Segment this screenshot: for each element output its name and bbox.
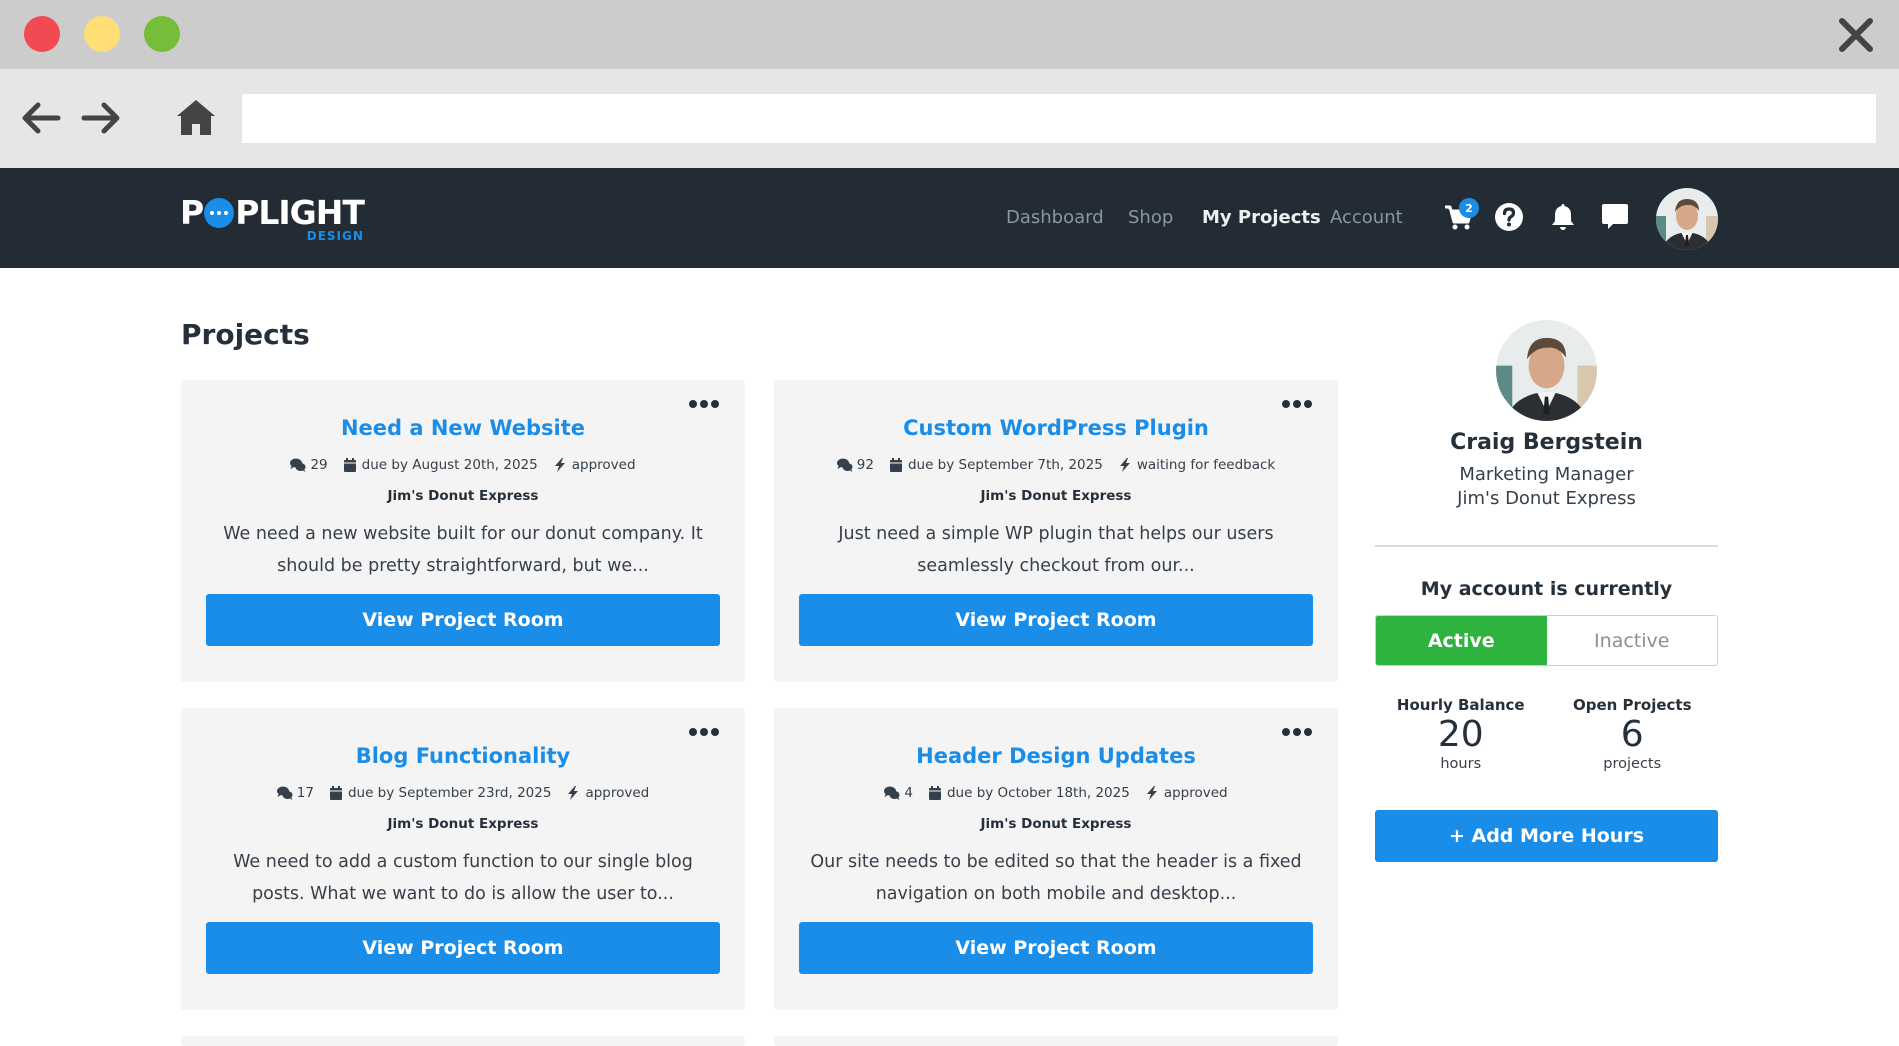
- project-meta: 29 due by August 20th, 2025 approved: [181, 457, 745, 473]
- logo-text-right: PLIGHT: [235, 193, 365, 232]
- app-header: P PLIGHT DESIGN Dashboard Shop My Projec…: [0, 168, 1899, 268]
- logo-subtitle: DESIGN: [306, 229, 364, 243]
- project-title[interactable]: Header Design Updates: [774, 744, 1338, 768]
- active-toggle-button[interactable]: Active: [1376, 616, 1547, 665]
- client-name: Jim's Donut Express: [980, 816, 1132, 832]
- due-date: due by October 18th, 2025: [946, 785, 1130, 801]
- project-card-partial: [774, 1036, 1338, 1046]
- cart-count-badge: 2: [1459, 198, 1479, 218]
- more-options-icon[interactable]: [1282, 728, 1312, 736]
- window-close-dot[interactable]: [24, 16, 60, 52]
- project-title[interactable]: Need a New Website: [181, 416, 745, 440]
- project-description: We need a new website built for our donu…: [223, 524, 703, 576]
- comment-count: 29: [310, 457, 328, 473]
- project-description: We need to add a custom function to our …: [233, 852, 693, 904]
- project-card: Header Design Updates 4 due by October 1…: [774, 708, 1338, 1010]
- logo-chat-bubble-icon: [204, 197, 235, 228]
- window-maximize-dot[interactable]: [144, 16, 180, 52]
- comments-icon: [290, 458, 306, 472]
- profile-avatar: [1496, 320, 1597, 421]
- comment-count: 4: [904, 785, 913, 801]
- client-name: Jim's Donut Express: [387, 488, 539, 504]
- bolt-icon: [568, 786, 579, 800]
- project-status: approved: [571, 457, 636, 473]
- more-options-icon[interactable]: [1282, 400, 1312, 408]
- browser-toolbar: [0, 69, 1899, 168]
- project-title[interactable]: Custom WordPress Plugin: [774, 416, 1338, 440]
- comment-count: 92: [856, 457, 874, 473]
- project-title[interactable]: Blog Functionality: [181, 744, 745, 768]
- profile-company: Jim's Donut Express: [1457, 488, 1636, 509]
- bolt-icon: [1119, 458, 1130, 472]
- view-project-room-button[interactable]: View Project Room: [206, 922, 720, 974]
- bolt-icon: [554, 458, 565, 472]
- user-avatar[interactable]: [1656, 188, 1718, 250]
- comments-icon: [276, 786, 293, 800]
- stat-label: Open Projects: [1572, 696, 1692, 714]
- profile-role: Marketing Manager: [1459, 464, 1634, 485]
- bolt-icon: [1146, 786, 1157, 800]
- project-meta: 17 due by September 23rd, 2025 approved: [181, 785, 745, 801]
- nav-my-projects[interactable]: My Projects: [1202, 207, 1321, 228]
- stat-value: 20: [1437, 714, 1484, 755]
- view-project-room-button[interactable]: View Project Room: [799, 594, 1313, 646]
- stat-value: 6: [1620, 714, 1644, 755]
- window-minimize-dot[interactable]: [84, 16, 120, 52]
- add-more-hours-button[interactable]: + Add More Hours: [1375, 810, 1718, 862]
- project-card: Custom WordPress Plugin 92 due by Septem…: [774, 380, 1338, 682]
- comments-icon: [884, 786, 900, 800]
- stat-label: Hourly Balance: [1396, 696, 1525, 714]
- calendar-icon: [928, 786, 941, 800]
- comments-icon: [836, 458, 853, 472]
- project-status: waiting for feedback: [1136, 457, 1276, 473]
- client-name: Jim's Donut Express: [387, 816, 539, 832]
- stat-unit: hours: [1440, 756, 1482, 772]
- chat-icon[interactable]: [1600, 202, 1630, 232]
- account-status-toggle: Active Inactive: [1375, 615, 1718, 666]
- project-meta: 4 due by October 18th, 2025 approved: [774, 785, 1338, 801]
- project-status: approved: [1163, 785, 1228, 801]
- close-icon[interactable]: [1837, 16, 1875, 54]
- view-project-room-button[interactable]: View Project Room: [206, 594, 720, 646]
- account-status-label: My account is currently: [1420, 578, 1673, 600]
- page-title: Projects: [181, 318, 310, 351]
- forward-arrow-icon[interactable]: [80, 97, 122, 139]
- divider: [1375, 545, 1718, 547]
- due-date: due by September 23rd, 2025: [347, 785, 552, 801]
- project-meta: 92 due by September 7th, 2025 waiting fo…: [774, 457, 1338, 473]
- nav-account[interactable]: Account: [1330, 207, 1403, 228]
- due-date: due by August 20th, 2025: [361, 457, 538, 473]
- project-card-partial: [181, 1036, 745, 1046]
- help-icon[interactable]: [1494, 202, 1524, 232]
- comment-count: 17: [296, 785, 314, 801]
- calendar-icon: [889, 458, 902, 472]
- more-options-icon[interactable]: [689, 728, 719, 736]
- view-project-room-button[interactable]: View Project Room: [799, 922, 1313, 974]
- due-date: due by September 7th, 2025: [907, 457, 1103, 473]
- project-card: Need a New Website 29 due by August 20th…: [181, 380, 745, 682]
- window-titlebar: [0, 0, 1899, 69]
- calendar-icon: [343, 458, 356, 472]
- calendar-icon: [329, 786, 342, 800]
- hourly-balance-stat: Hourly Balance 20 hours: [1375, 696, 1547, 772]
- address-bar[interactable]: [242, 94, 1876, 143]
- poplight-logo[interactable]: P PLIGHT DESIGN: [180, 193, 365, 243]
- project-status: approved: [585, 785, 650, 801]
- inactive-toggle-button[interactable]: Inactive: [1546, 616, 1717, 665]
- nav-shop[interactable]: Shop: [1128, 207, 1173, 228]
- bell-icon[interactable]: [1548, 202, 1578, 232]
- back-arrow-icon[interactable]: [20, 97, 62, 139]
- logo-text-left: P: [180, 193, 204, 232]
- account-stats: Hourly Balance 20 hours Open Projects 6 …: [1375, 696, 1718, 772]
- project-description: Just need a simple WP plugin that helps …: [838, 524, 1274, 576]
- more-options-icon[interactable]: [689, 400, 719, 408]
- stat-unit: projects: [1603, 756, 1662, 772]
- project-card: Blog Functionality 17 due by September 2…: [181, 708, 745, 1010]
- nav-dashboard[interactable]: Dashboard: [1006, 207, 1104, 228]
- open-projects-stat: Open Projects 6 projects: [1547, 696, 1719, 772]
- profile-name: Craig Bergstein: [1450, 430, 1643, 455]
- home-icon[interactable]: [175, 97, 217, 139]
- client-name: Jim's Donut Express: [980, 488, 1132, 504]
- project-description: Our site needs to be edited so that the …: [810, 852, 1302, 904]
